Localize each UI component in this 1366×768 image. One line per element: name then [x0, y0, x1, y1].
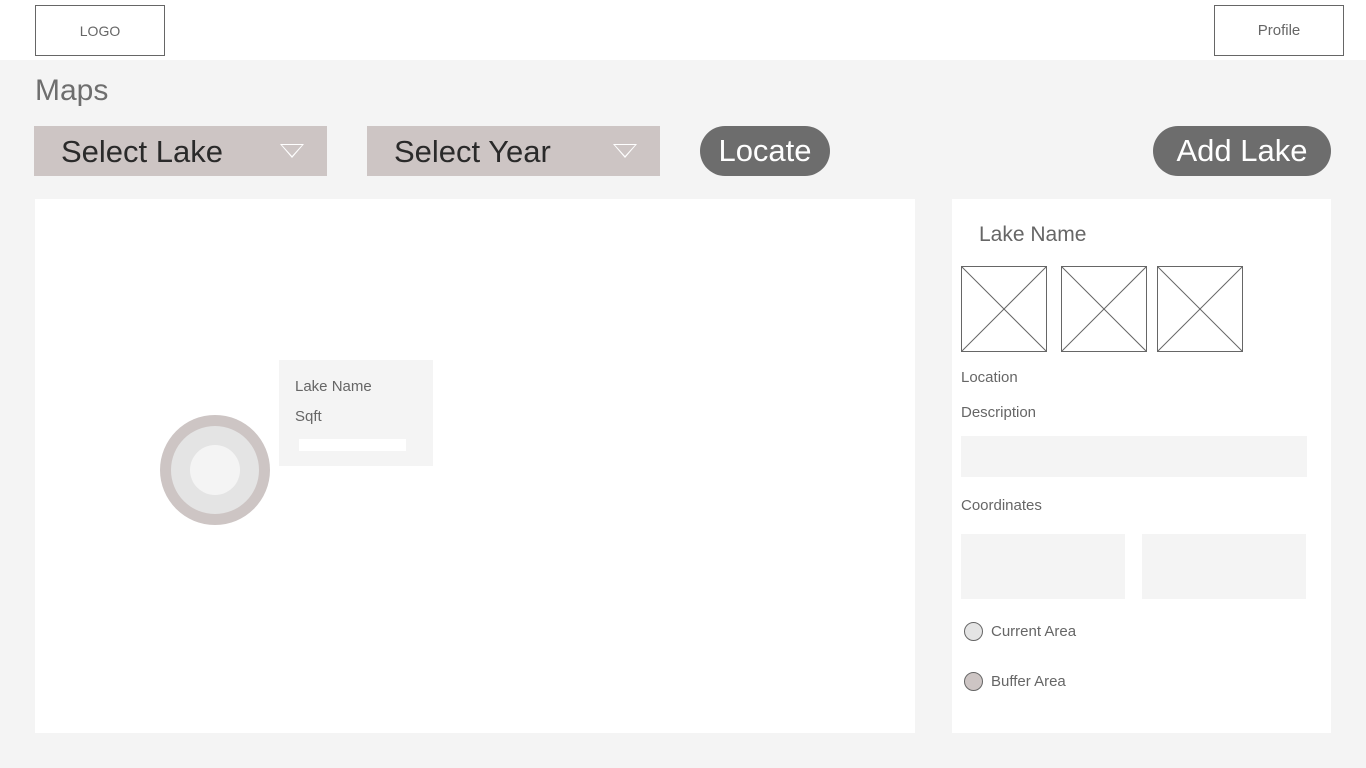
map-view[interactable]: Lake Name Sqft	[35, 199, 915, 733]
detail-lake-name: Lake Name	[979, 223, 1087, 246]
legend-current-area[interactable]: Current Area	[964, 622, 1076, 641]
image-placeholder-icon[interactable]	[961, 266, 1047, 352]
marker-core	[190, 445, 240, 495]
page-title: Maps	[35, 74, 109, 107]
select-year-dropdown[interactable]: Select Year	[367, 126, 660, 176]
image-placeholder-icon[interactable]	[1157, 266, 1243, 352]
coordinates-label: Coordinates	[961, 497, 1042, 514]
location-label: Location	[961, 369, 1018, 386]
locate-button[interactable]: Locate	[700, 126, 830, 176]
select-year-label: Select Year	[394, 134, 551, 169]
lake-marker[interactable]	[160, 415, 270, 525]
select-lake-label: Select Lake	[61, 134, 223, 169]
buffer-area-swatch-icon	[964, 672, 983, 691]
chevron-down-icon	[613, 144, 637, 158]
select-lake-dropdown[interactable]: Select Lake	[34, 126, 327, 176]
logo[interactable]: LOGO	[35, 5, 165, 56]
legend-current-label: Current Area	[991, 623, 1077, 640]
popup-area-unit: Sqft	[295, 408, 322, 425]
legend-buffer-area[interactable]: Buffer Area	[964, 672, 1066, 691]
top-bar: LOGO Profile	[0, 0, 1366, 60]
chevron-down-icon	[280, 144, 304, 158]
popup-lake-name: Lake Name	[295, 378, 372, 395]
description-label: Description	[961, 404, 1037, 421]
description-field[interactable]	[961, 436, 1307, 477]
lake-popup: Lake Name Sqft	[279, 360, 433, 466]
coordinate-field-1[interactable]	[961, 534, 1125, 599]
lake-details-panel: Lake Name Location Description Coordinat…	[952, 199, 1331, 733]
current-area-swatch-icon	[964, 622, 983, 641]
coordinate-field-2[interactable]	[1142, 534, 1306, 599]
popup-area-bar	[299, 439, 406, 451]
image-placeholder-icon[interactable]	[1061, 266, 1147, 352]
add-lake-button[interactable]: Add Lake	[1153, 126, 1331, 176]
legend-buffer-label: Buffer Area	[991, 673, 1066, 690]
profile-button[interactable]: Profile	[1214, 5, 1344, 56]
